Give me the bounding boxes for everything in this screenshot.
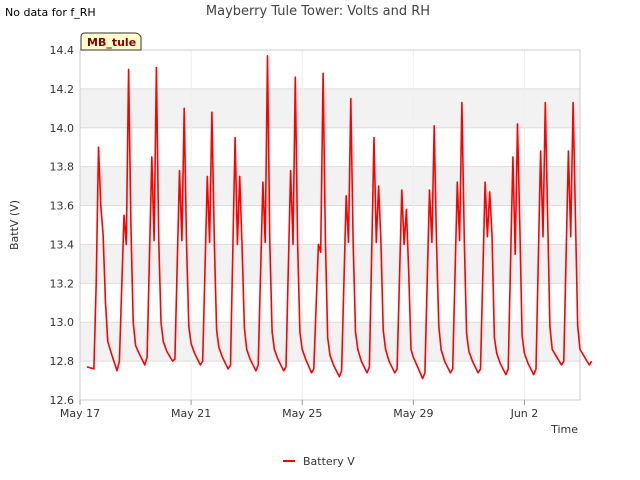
y-axis-ticks: 12.6 12.8 13.0 13.2 13.4 13.6 13.8 14.0 14.2 14.4 — [50, 44, 75, 407]
x-tick-label: May 17 — [60, 407, 100, 420]
y-tick-label: 13.6 — [50, 200, 75, 213]
y-tick-label: 13.8 — [50, 161, 75, 174]
x-tick-label: May 25 — [282, 407, 322, 420]
chart-title: Mayberry Tule Tower: Volts and RH — [206, 4, 430, 19]
y-tick-label: 13.4 — [50, 238, 75, 251]
legend: Battery V — [283, 455, 355, 468]
band-3 — [80, 244, 580, 284]
y-tick-label: 14.0 — [50, 122, 75, 135]
x-axis-ticks: May 17 May 21 May 25 May 29 Jun 2 — [60, 400, 538, 420]
legend-label-battery-v: Battery V — [303, 455, 355, 468]
site-tag: MB_tule — [80, 32, 142, 51]
x-axis-title: Time — [550, 423, 578, 436]
x-tick-label: May 21 — [171, 407, 211, 420]
x-tick-label: May 29 — [393, 407, 433, 420]
y-axis-title: BattV (V) — [8, 200, 21, 250]
y-tick-label: 14.2 — [50, 83, 75, 96]
y-tick-label: 14.4 — [50, 44, 75, 57]
y-tick-label: 13.2 — [50, 277, 75, 290]
y-tick-label: 13.0 — [50, 316, 75, 329]
site-tag-label: MB_tule — [87, 36, 136, 49]
x-tick-label: Jun 2 — [510, 407, 539, 420]
battery-voltage-chart: Mayberry Tule Tower: Volts and RH 12.612… — [8, 4, 593, 468]
y-tick-label: 12.8 — [50, 355, 75, 368]
y-tick-label: 12.6 — [50, 394, 75, 407]
